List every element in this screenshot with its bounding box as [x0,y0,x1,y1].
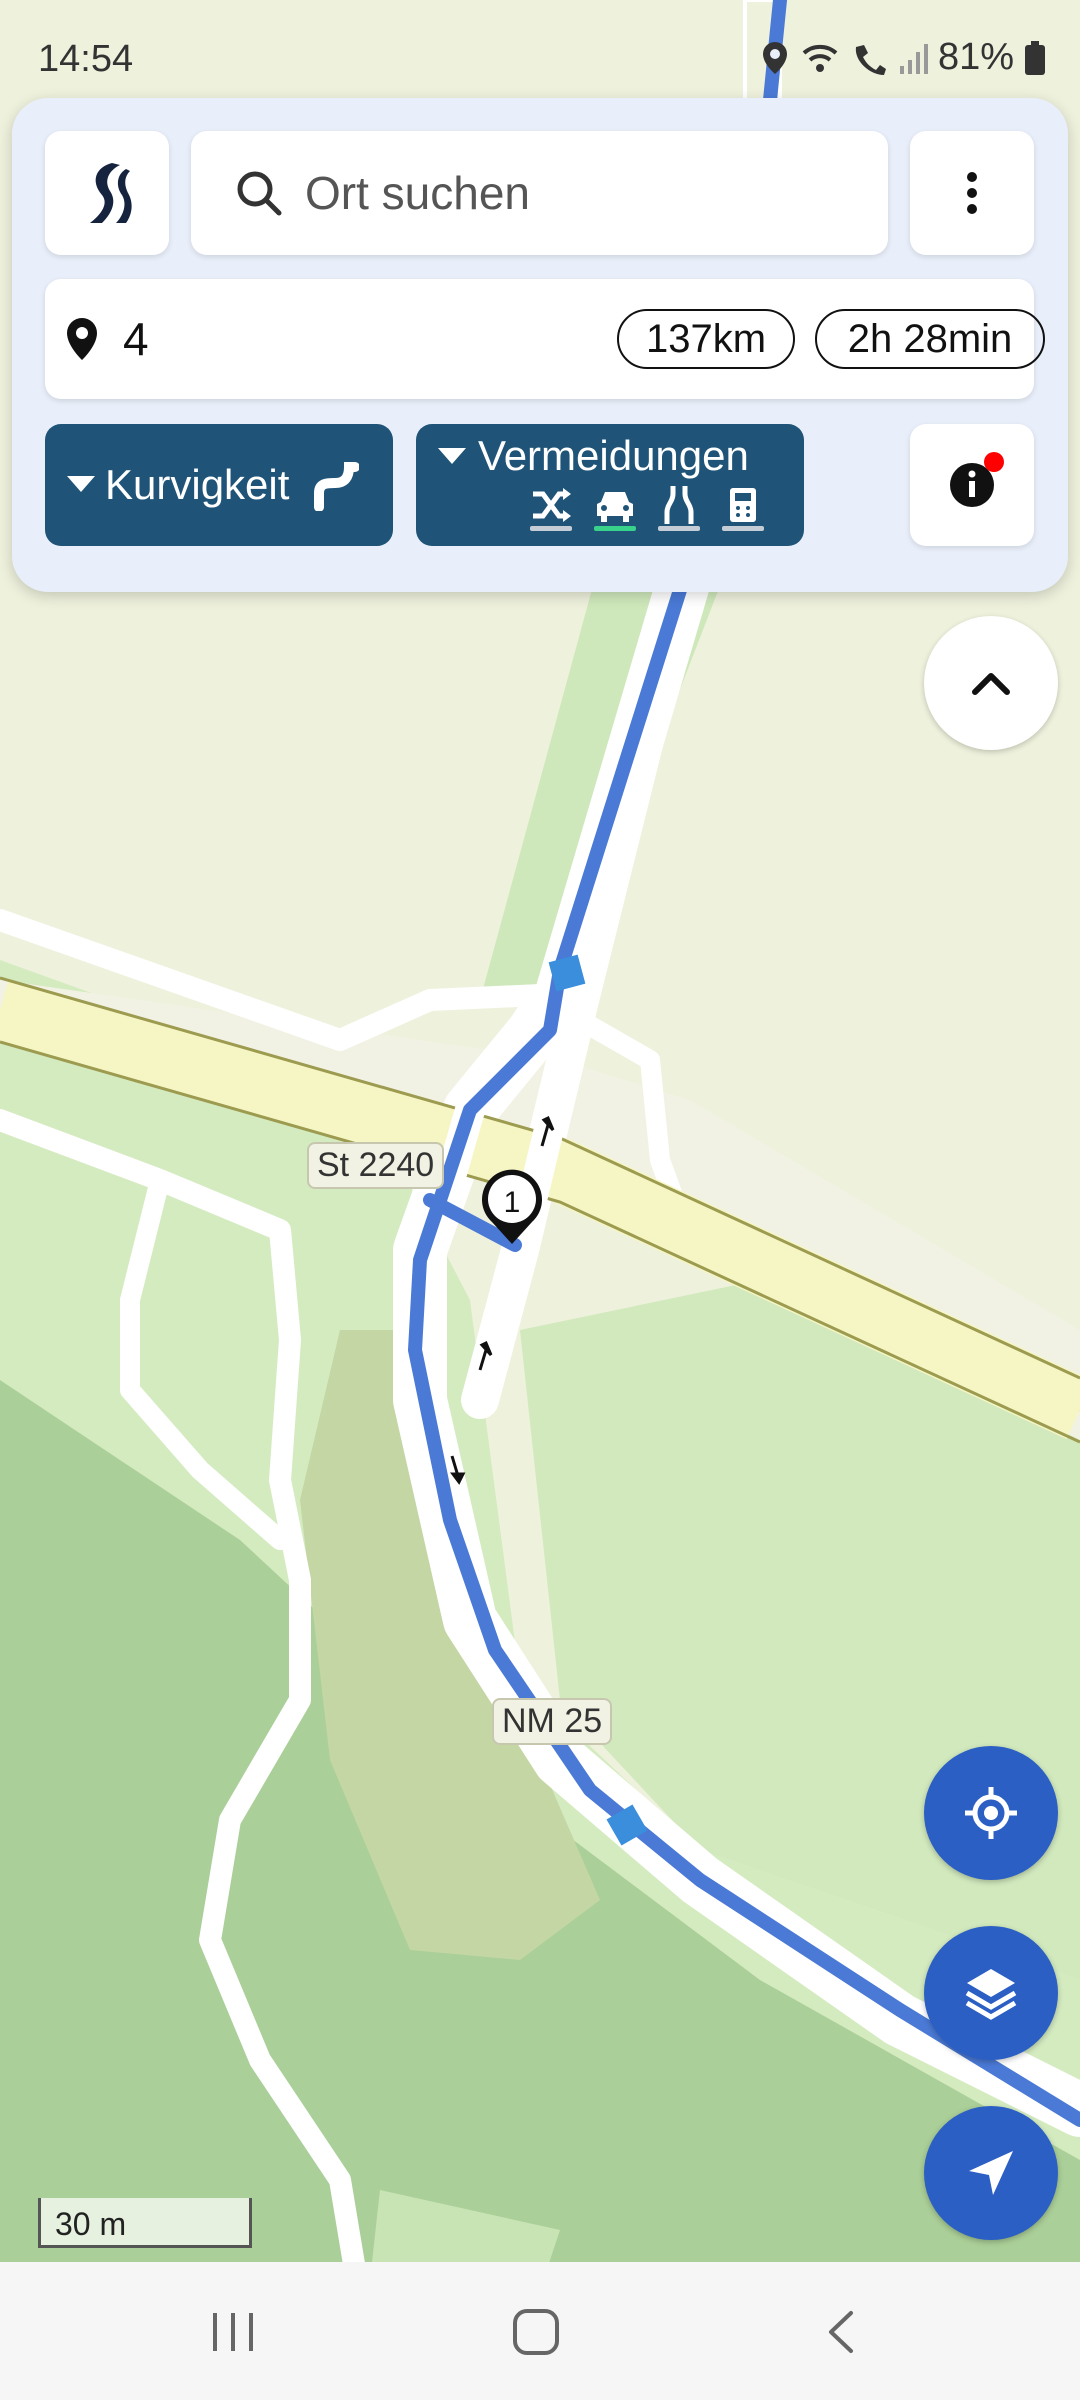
route-duration: 2h 28min [815,309,1045,369]
my-location-button[interactable] [924,1746,1058,1880]
avoid-indicator [530,526,572,531]
search-box[interactable]: Ort suchen [191,131,888,255]
overflow-menu-button[interactable] [910,131,1034,255]
avoid-option-toll[interactable] [720,486,766,536]
road-label-nm25: NM 25 [492,1698,613,1745]
recents-icon [213,2313,253,2351]
shuffle-icon [533,488,571,522]
layers-icon [965,1969,1017,2020]
more-vert-icon [967,172,977,214]
location-icon [762,41,787,74]
caret-down-icon [67,476,95,492]
route-distance: 137km [617,309,795,369]
toll-icon [730,488,756,522]
crosshair-icon [965,1787,1017,1839]
chevron-up-icon [972,673,1010,695]
curviness-label: Kurvigkeit [105,461,290,508]
battery-percent: 81% [937,36,1014,78]
avoid-options [528,486,766,536]
curviness-button[interactable]: Kurvigkeit [45,424,393,546]
home-icon [513,2309,559,2355]
battery-icon [1025,40,1045,75]
home-button[interactable] [496,2302,576,2362]
status-bar: 14:54 81% [0,0,1080,110]
status-icons: 81% [760,36,1046,79]
search-placeholder: Ort suchen [305,167,530,219]
caret-down-icon [438,448,466,464]
avoid-indicator [594,526,636,531]
back-icon [829,2311,853,2353]
route-name: 4 [123,313,149,365]
search-icon [237,171,282,216]
avoid-option-car[interactable] [592,486,638,536]
car-icon [597,492,633,522]
notification-dot [984,452,1004,472]
road-label-st2240: St 2240 [307,1142,445,1189]
map-scale: 30 m [38,2198,252,2248]
wifi-icon [802,44,838,72]
info-button[interactable] [910,424,1034,546]
collapse-panel-button[interactable] [924,616,1058,750]
navigation-arrow-icon [969,2151,1013,2195]
avoidances-label: Vermeidungen [478,432,749,479]
app-logo-icon [90,163,132,223]
app-logo-button[interactable] [45,131,169,255]
wifi-call-icon [855,44,886,75]
avoid-option-shuffle[interactable] [528,486,574,536]
pin-icon [67,318,97,360]
start-navigation-button[interactable] [924,2106,1058,2240]
status-time: 14:54 [38,38,134,80]
map-layers-button[interactable] [924,1926,1058,2060]
back-button[interactable] [800,2302,880,2362]
avoidances-button[interactable]: Vermeidungen [416,424,804,546]
recents-button[interactable] [194,2302,274,2362]
route-row[interactable]: 4 137km 2h 28min [45,279,1045,399]
curve-road-icon [314,462,360,511]
svg-text:1: 1 [504,1186,521,1219]
avoid-option-road[interactable] [656,486,702,536]
avoid-indicator [658,526,700,531]
top-panel: Ort suchen 4 137km 2h 28min Kurvigkeit V… [12,98,1068,592]
road-icon [664,486,694,524]
system-nav-bar [0,2262,1080,2400]
avoid-indicator [722,526,764,531]
signal-icon [899,43,928,74]
